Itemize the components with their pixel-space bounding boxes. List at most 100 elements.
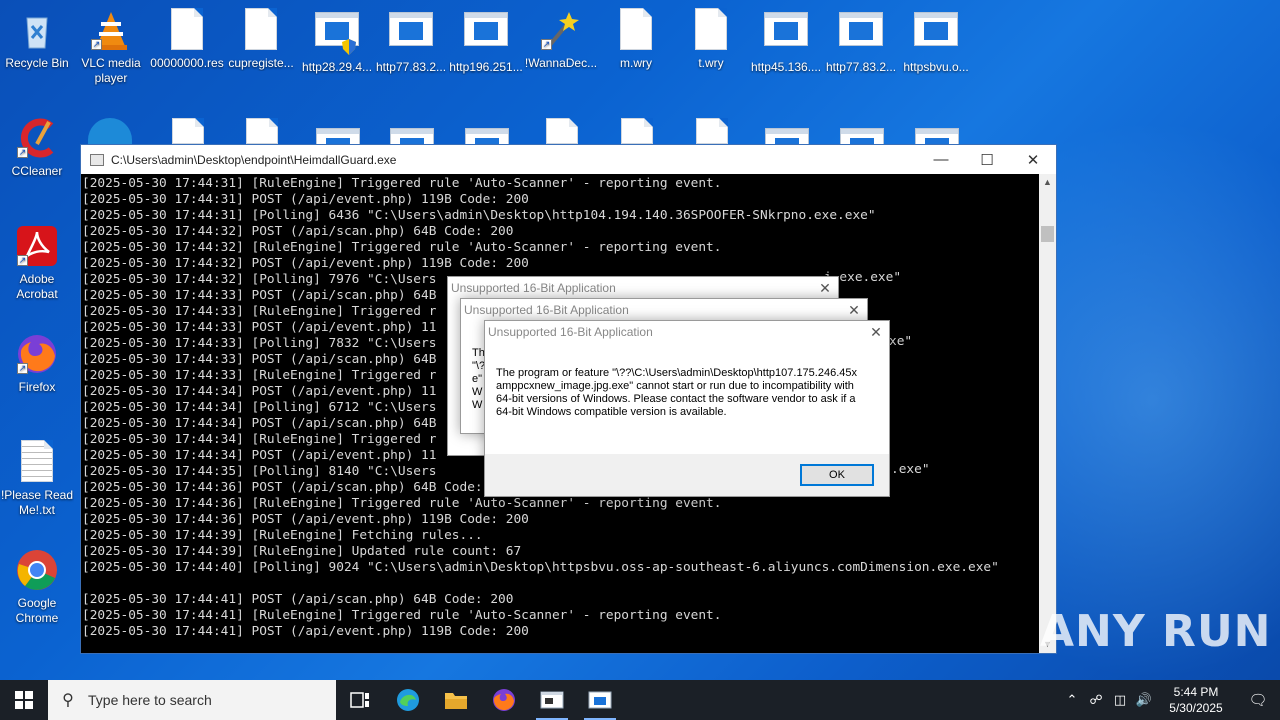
desktop-icon-label: m.wry: [620, 56, 652, 70]
console-log-line: [2025-05-30 17:44:41] POST (/api/event.p…: [82, 624, 529, 639]
edge-icon: [397, 689, 419, 711]
console-partial-tail: .exe": [891, 462, 930, 477]
file-icon: [689, 8, 733, 52]
taskbar: ⚲ Type here to search ⌃ ☍ ◫ 🔊 5:44 PM 5/…: [0, 680, 1280, 720]
volume-icon[interactable]: 🔊: [1132, 692, 1156, 708]
desktop-icon-label: http77.83.2...: [375, 60, 447, 74]
desktop-icon-label: Google Chrome: [15, 596, 59, 625]
desktop-icon-label: t.wry: [698, 56, 724, 70]
console-log-line: [2025-05-30 17:44:39] [RuleEngine] Fetch…: [82, 528, 483, 543]
scroll-thumb[interactable]: [1041, 226, 1054, 242]
ok-button[interactable]: OK: [800, 464, 874, 486]
unsupported-app-dialog[interactable]: Unsupported 16-Bit Application ✕ The prog…: [484, 320, 890, 497]
task-view-icon: [350, 692, 369, 708]
recycle-bin-icon: [15, 8, 59, 52]
desktop-icon-label: Firefox: [18, 380, 56, 394]
search-icon: ⚲: [62, 692, 74, 709]
desktop-icon-label: Adobe Acrobat: [16, 272, 58, 301]
close-button[interactable]: ✕: [1010, 145, 1056, 174]
desktop-icon-vlc[interactable]: ↗ VLC media player: [74, 8, 148, 86]
desktop-icon-ccleaner[interactable]: ↗ CCleaner: [0, 116, 74, 179]
taskbar-dialog-app[interactable]: [576, 680, 624, 720]
system-tray: ⌃ ☍ ◫ 🔊 5:44 PM 5/30/2025 🗨: [1060, 680, 1280, 720]
desktop-icon-label: httpsbvu.o...: [903, 60, 969, 74]
ccleaner-icon: ↗: [15, 116, 59, 160]
dialog-close-button[interactable]: ✕: [812, 280, 838, 297]
desktop-icon-file[interactable]: 00000000.res: [150, 8, 224, 71]
app-icon: [464, 12, 508, 56]
console-log-line: [2025-05-30 17:44:31] [RuleEngine] Trigg…: [82, 176, 722, 191]
app-icon: [389, 12, 433, 56]
desktop-icon-wannadecryptor[interactable]: ↗ !WannaDec...: [524, 8, 598, 71]
desktop-icon-label: !Please Read Me!.txt: [0, 488, 74, 517]
dialog-close-button[interactable]: ✕: [841, 302, 867, 319]
maximize-button[interactable]: ☐: [964, 145, 1010, 174]
desktop-icon-label: http196.251...: [449, 60, 523, 74]
desktop-icon-label: http28.29.4...: [301, 60, 373, 74]
desktop-icon-file[interactable]: m.wry: [599, 8, 673, 71]
desktop-icon-label: Recycle Bin: [5, 56, 69, 70]
desktop-icon-recycle-bin[interactable]: Recycle Bin: [0, 8, 74, 71]
minimize-button[interactable]: —: [918, 145, 964, 174]
file-icon: [239, 8, 283, 52]
console-log-line: [2025-05-30 17:44:31] POST (/api/event.p…: [82, 192, 529, 207]
console-log-line: [2025-05-30 17:44:36] POST (/api/event.p…: [82, 512, 529, 527]
taskbar-firefox[interactable]: [480, 680, 528, 720]
desktop-icon-firefox[interactable]: ↗ Firefox: [0, 332, 74, 395]
console-log-line: [2025-05-30 17:44:40] [Polling] 9024 "C:…: [82, 560, 999, 575]
desktop-icon-app[interactable]: http45.136....: [749, 8, 823, 75]
windows-logo-icon: [15, 691, 33, 709]
desktop-icon-app[interactable]: http77.83.2...: [374, 8, 448, 75]
dialog-close-button[interactable]: ✕: [863, 324, 889, 341]
task-view-button[interactable]: [336, 680, 384, 720]
notification-icon[interactable]: 🗨: [1236, 691, 1280, 709]
chrome-icon: [15, 548, 59, 592]
console-titlebar[interactable]: C:\Users\admin\Desktop\endpoint\Heimdall…: [81, 145, 1056, 174]
desktop-icon-app[interactable]: http28.29.4...: [300, 8, 374, 75]
file-icon: [165, 8, 209, 52]
console-log-line: [2025-05-30 17:44:31] [Polling] 6436 "C:…: [82, 208, 876, 223]
scroll-up-icon[interactable]: ▲: [1039, 174, 1056, 191]
desktop-icon-chrome[interactable]: Google Chrome: [0, 548, 74, 626]
firefox-icon: ↗: [15, 332, 59, 376]
console-log-line: [2025-05-30 17:44:39] [RuleEngine] Updat…: [82, 544, 522, 559]
app-icon: [764, 12, 808, 56]
taskbar-search-box[interactable]: ⚲ Type here to search: [48, 680, 336, 720]
desktop-icon-file[interactable]: t.wry: [674, 8, 748, 71]
taskbar-edge[interactable]: [384, 680, 432, 720]
desktop-icon-app[interactable]: http77.83.2...: [824, 8, 898, 75]
taskbar-console[interactable]: [528, 680, 576, 720]
dialog-title: Unsupported 16-Bit Application: [488, 325, 653, 339]
console-window-icon: [540, 691, 564, 709]
console-app-icon: [90, 153, 104, 166]
clock-date: 5/30/2025: [1169, 701, 1223, 715]
desktop-icon-app[interactable]: httpsbvu.o...: [899, 8, 973, 75]
display-icon[interactable]: ◫: [1108, 692, 1132, 708]
dialog-title: Unsupported 16-Bit Application: [451, 281, 616, 295]
anyrun-watermark: ANY RUN: [1040, 606, 1272, 657]
console-log-line: [2025-05-30 17:44:32] POST (/api/scan.ph…: [82, 224, 514, 239]
console-log-line: [2025-05-30 17:44:41] POST (/api/scan.ph…: [82, 592, 514, 607]
desktop-icon-readme[interactable]: !Please Read Me!.txt: [0, 440, 74, 518]
file-icon: [614, 8, 658, 52]
desktop-icon-acrobat[interactable]: ↗ Adobe Acrobat: [0, 224, 74, 302]
desktop-icon-file[interactable]: cupregiste...: [224, 8, 298, 71]
desktop-icon-label: CCleaner: [11, 164, 63, 178]
chevron-up-icon[interactable]: ⌃: [1060, 692, 1084, 708]
vlc-icon: ↗: [89, 8, 133, 52]
start-button[interactable]: [0, 680, 48, 720]
clock[interactable]: 5:44 PM 5/30/2025: [1156, 684, 1236, 716]
taskbar-file-explorer[interactable]: [432, 680, 480, 720]
console-log-line: [2025-05-30 17:44:32] [RuleEngine] Trigg…: [82, 240, 722, 255]
console-log-line: [2025-05-30 17:44:36] [RuleEngine] Trigg…: [82, 496, 722, 511]
clock-time: 5:44 PM: [1173, 685, 1219, 699]
desktop-icon-label: http77.83.2...: [825, 60, 897, 74]
app-shield-icon: [315, 12, 359, 56]
desktop-icon-app[interactable]: http196.251...: [449, 8, 523, 75]
desktop-icon-label: VLC media player: [81, 56, 141, 85]
dialog-title: Unsupported 16-Bit Application: [464, 303, 629, 317]
console-title: C:\Users\admin\Desktop\endpoint\Heimdall…: [111, 152, 397, 167]
app-window-icon: [588, 691, 612, 709]
console-scrollbar[interactable]: ▲ ▼: [1039, 174, 1056, 653]
network-icon[interactable]: ☍: [1084, 692, 1108, 708]
